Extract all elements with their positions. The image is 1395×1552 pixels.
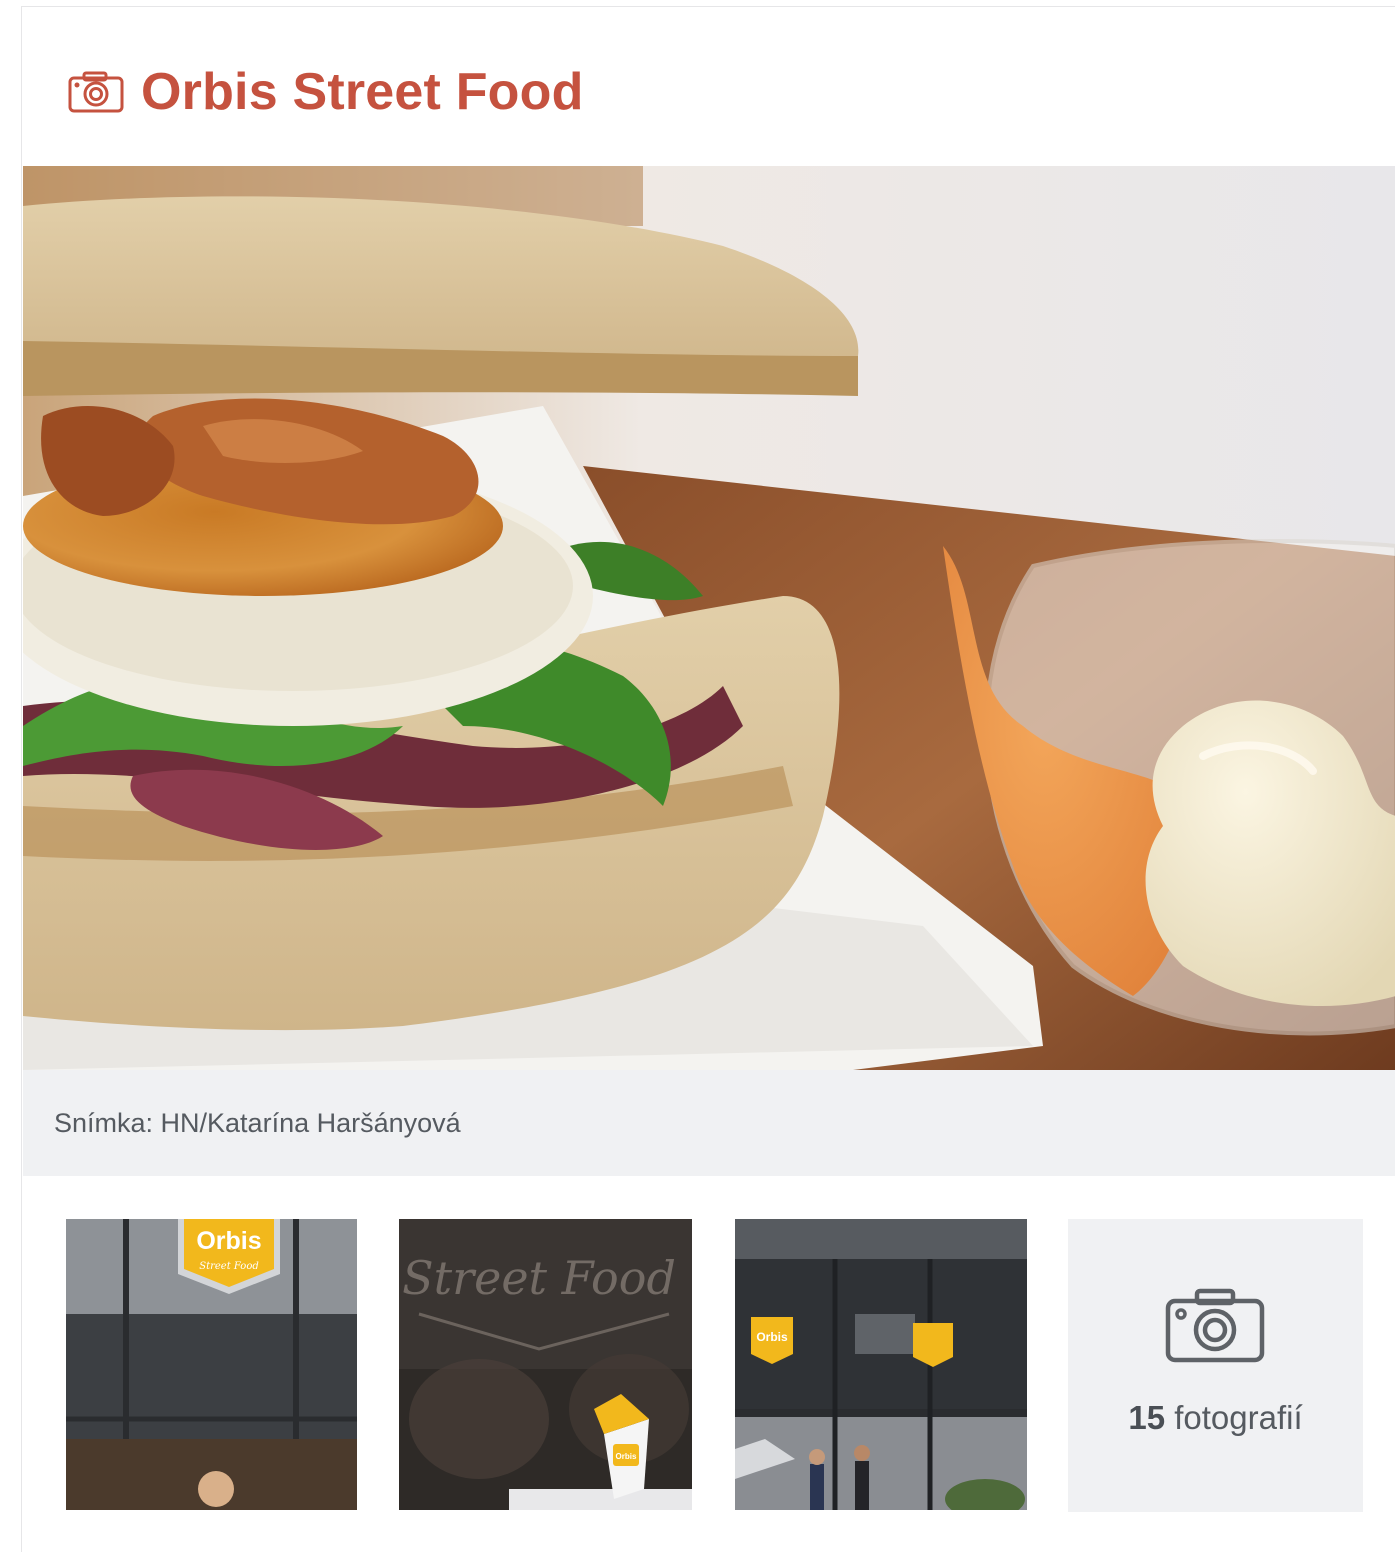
- thumb-storefront-image: Orbis Street Food: [66, 1219, 357, 1510]
- camera-icon: [1165, 1288, 1265, 1363]
- thumb-sign-text: Street Food: [402, 1251, 676, 1305]
- photo-credit: Snímka: HN/Katarína Haršányová: [54, 1107, 461, 1138]
- more-photos-button[interactable]: 15 fotografií: [1068, 1219, 1363, 1512]
- thumb-logo-text: Orbis: [196, 1227, 261, 1255]
- camera-icon: [68, 71, 124, 113]
- thumb-takeaway-image: Street Food Orbis: [399, 1219, 692, 1510]
- gallery-card: Orbis Street Food Snímka: HN/Katarína Ha…: [21, 6, 1395, 1552]
- thumb-takeaway-box[interactable]: Street Food Orbis: [399, 1219, 692, 1510]
- gallery-title[interactable]: Orbis Street Food: [141, 66, 584, 118]
- photo-count-number: 15: [1128, 1399, 1166, 1436]
- gallery-header[interactable]: Orbis Street Food: [67, 57, 584, 127]
- photo-count-label: fotografií: [1174, 1399, 1303, 1436]
- thumb-storefront-sign[interactable]: Orbis Street Food: [66, 1219, 357, 1510]
- photo-count: 15 fotografií: [1068, 1399, 1363, 1437]
- thumb-box-text: Orbis: [616, 1452, 637, 1461]
- thumb-street-facade[interactable]: Orbis: [735, 1219, 1027, 1510]
- hero-photo-sandwich[interactable]: [23, 166, 1395, 1070]
- thumb-logo-sub: Street Food: [199, 1261, 259, 1272]
- thumbnail-strip: Orbis Street Food Street Food Orbis Orbi…: [22, 1219, 1395, 1512]
- photo-caption-bar: Snímka: HN/Katarína Haršányová: [23, 1070, 1395, 1176]
- thumb-facade-sign: Orbis: [756, 1330, 788, 1344]
- thumb-facade-image: Orbis: [735, 1219, 1027, 1510]
